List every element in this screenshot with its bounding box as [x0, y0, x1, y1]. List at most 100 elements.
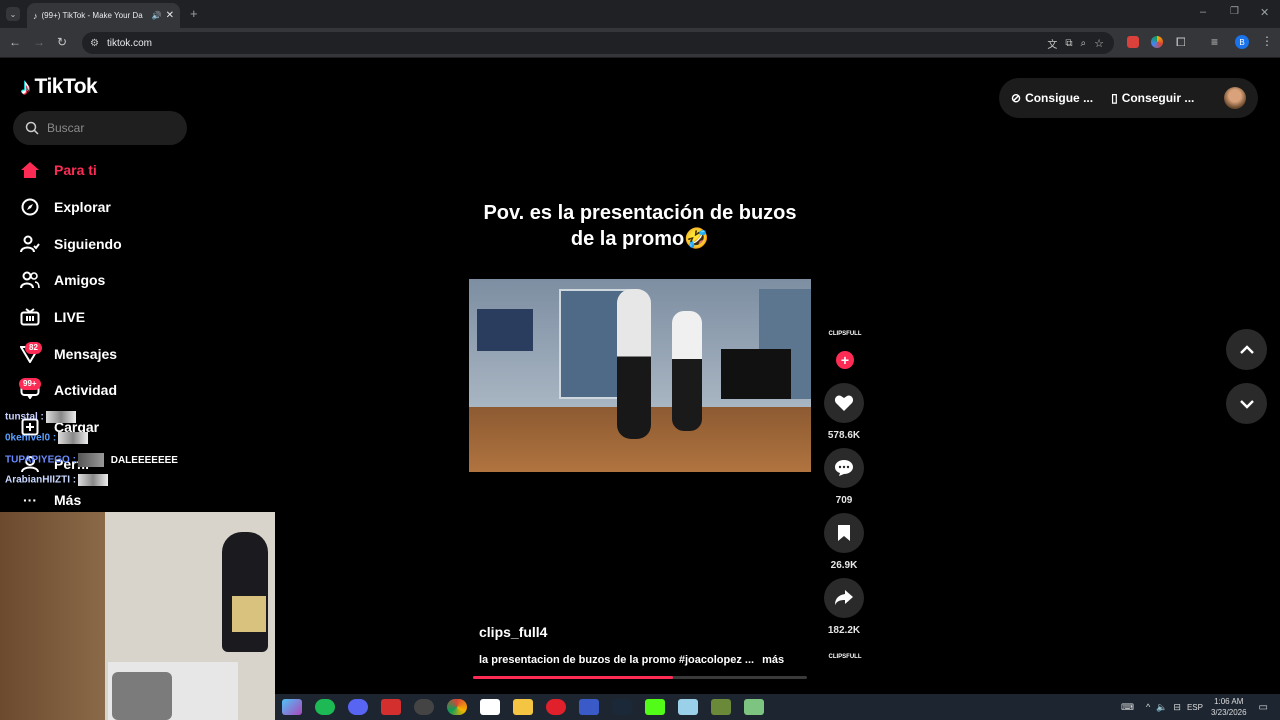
save-button[interactable]	[824, 513, 864, 553]
nav-mas[interactable]: ··· Más	[20, 490, 81, 510]
video-description: la presentacion de buzos de la promo #jo…	[479, 654, 809, 666]
reload-icon[interactable]: ↻	[57, 35, 67, 49]
minecraft-icon[interactable]	[710, 699, 731, 715]
compass-icon	[20, 197, 40, 217]
next-creator-avatar[interactable]: CLIPSFULL	[828, 654, 862, 668]
obs-icon[interactable]	[413, 699, 434, 715]
tiktok-note-icon: ♪	[20, 74, 31, 99]
nav-explorar[interactable]: Explorar	[20, 197, 111, 217]
minimize-icon[interactable]: –	[1200, 6, 1206, 18]
steam-icon[interactable]	[611, 699, 632, 715]
forward-icon[interactable]: →	[33, 35, 45, 49]
nav-label: LIVE	[54, 309, 86, 325]
window-close-icon[interactable]: ✕	[1260, 6, 1269, 19]
share-button[interactable]	[824, 578, 864, 618]
translate-icon[interactable]: 文	[1047, 36, 1057, 51]
video-player[interactable]	[469, 279, 811, 472]
app-red-icon[interactable]	[380, 699, 401, 715]
browser-tab[interactable]: ♪ (99+) TikTok - Make Your Da 🔊 ✕	[27, 3, 180, 28]
extensions-puzzle-icon[interactable]: ⧠	[1176, 35, 1186, 50]
menu-kebab-icon[interactable]: ⋮	[1261, 34, 1273, 48]
previous-video-button[interactable]	[1226, 329, 1267, 370]
more-link[interactable]: más	[762, 654, 784, 666]
app-cyan-icon[interactable]	[677, 699, 698, 715]
chat-user: 0kenivel0 :	[5, 432, 57, 444]
tiktok-logo[interactable]: ♪ TikTok	[20, 74, 98, 100]
keyboard-icon[interactable]: ⌨	[1121, 702, 1134, 713]
webcam-overlay	[0, 512, 275, 720]
nav-live[interactable]: LIVE	[20, 307, 85, 327]
chat-text: DALEEEEEEE	[110, 454, 178, 466]
search-input[interactable]: Buscar	[13, 111, 187, 145]
tab-title: (99+) TikTok - Make Your Da	[41, 11, 143, 20]
extension-red-icon[interactable]	[1127, 36, 1139, 48]
comment-button[interactable]	[824, 448, 864, 488]
video-progress-bar[interactable]	[473, 676, 807, 679]
chevron-down-icon	[1239, 399, 1254, 409]
extension-color-icon[interactable]	[1151, 36, 1163, 48]
nav-para-ti[interactable]: Para ti	[20, 160, 97, 180]
volume-icon[interactable]: 🔈	[1156, 702, 1167, 713]
nav-amigos[interactable]: Amigos	[20, 270, 105, 290]
tiktok-favicon-icon: ♪	[33, 10, 38, 21]
opera-icon[interactable]	[545, 699, 566, 715]
tab-close-icon[interactable]: ✕	[166, 10, 174, 21]
description-text: la presentacion de buzos de la promo #jo…	[479, 654, 755, 666]
discord-icon[interactable]	[347, 699, 368, 715]
bookmark-star-icon[interactable]: ☆	[1094, 37, 1104, 50]
tab-list-icon[interactable]: ⌄	[6, 7, 20, 21]
bookmark-icon	[838, 525, 850, 541]
app-green-icon[interactable]	[743, 699, 764, 715]
chrome-icon[interactable]	[446, 699, 467, 715]
user-avatar[interactable]	[1224, 87, 1246, 109]
chat-message: TUPAPIYEGO : DALEEEEEEE	[5, 453, 178, 467]
profile-avatar[interactable]: B	[1235, 35, 1249, 49]
video-progress-fill	[473, 676, 674, 679]
chat-message: tunstal :	[5, 411, 76, 423]
search-placeholder: Buscar	[47, 121, 85, 135]
spotify-icon[interactable]	[314, 699, 335, 715]
nav-siguiendo[interactable]: Siguiendo	[20, 234, 122, 254]
back-icon[interactable]: ←	[9, 35, 21, 49]
chat-user: TUPAPIYEGO :	[5, 454, 76, 466]
video-caption: Pov. es la presentación de buzos de la p…	[483, 202, 797, 250]
get-coins-label: Consigue ...	[1025, 91, 1094, 105]
like-button[interactable]	[824, 383, 864, 423]
get-app-button[interactable]: ▯ Conseguir ...	[1111, 91, 1194, 105]
new-tab-button[interactable]: +	[190, 6, 198, 21]
copilot-icon[interactable]	[281, 699, 302, 715]
nav-label: Mensajes	[54, 346, 118, 362]
nav-label: Siguiendo	[54, 236, 122, 252]
kick-icon[interactable]	[644, 699, 665, 715]
restore-icon[interactable]: ❐	[1230, 6, 1239, 17]
network-icon[interactable]: ⊟	[1173, 702, 1181, 713]
nav-label: Más	[54, 492, 82, 508]
chat-user: tunstal :	[5, 411, 44, 423]
language-indicator[interactable]: ESP	[1187, 703, 1203, 712]
app-white-icon[interactable]	[479, 699, 500, 715]
address-bar[interactable]: ⚙ tiktok.com 文 ⧉ ⌕ ☆	[82, 32, 1114, 54]
zoom-icon[interactable]: ⌕	[1081, 38, 1087, 49]
site-info-icon[interactable]: ⚙	[90, 38, 99, 49]
home-icon	[20, 160, 40, 180]
audio-icon[interactable]: 🔊	[152, 11, 162, 20]
emote-image	[45, 411, 76, 423]
follow-button[interactable]: +	[836, 351, 854, 369]
clock[interactable]: 1:06 AM 3/23/2026	[1211, 696, 1247, 718]
install-app-icon[interactable]: ⧉	[1065, 38, 1072, 49]
live-icon	[20, 307, 40, 327]
get-coins-button[interactable]: ⊘ Consigue ...	[1011, 91, 1093, 105]
app-blue-icon[interactable]	[578, 699, 599, 715]
video-author[interactable]: clips_full4	[479, 624, 547, 640]
search-icon	[25, 121, 39, 135]
notifications-icon[interactable]: ▭	[1259, 702, 1268, 713]
reading-list-icon[interactable]: ≡	[1211, 35, 1218, 49]
chat-message: 0kenivel0 :	[5, 432, 89, 444]
chat-user: ArabianHIIZTI :	[5, 474, 77, 486]
tray-chevron-icon[interactable]: ^	[1146, 702, 1150, 712]
creator-avatar[interactable]: CLIPSFULL	[828, 331, 862, 345]
file-explorer-icon[interactable]	[512, 699, 533, 715]
share-action: 182.2K	[824, 578, 864, 636]
next-video-button[interactable]	[1226, 383, 1267, 424]
comment-count: 709	[835, 495, 853, 506]
